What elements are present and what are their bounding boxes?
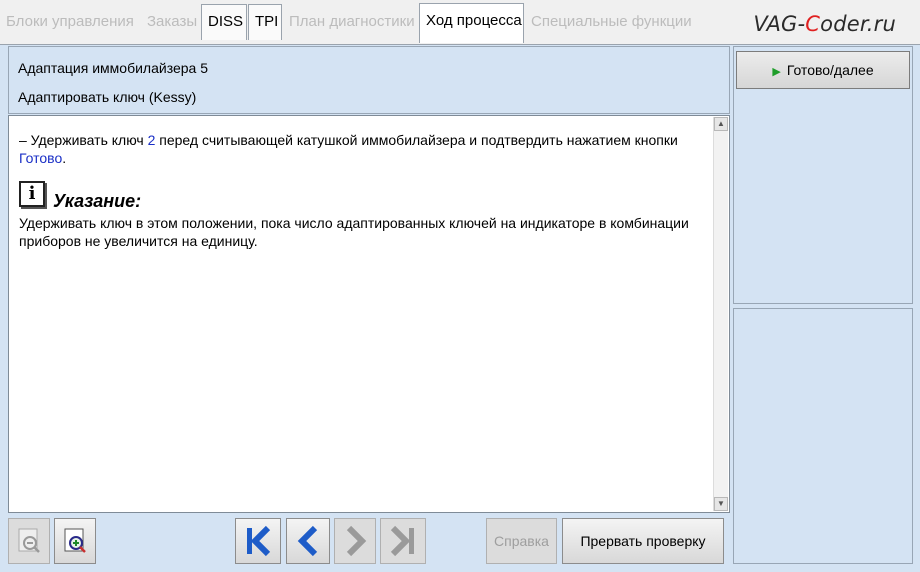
tab-diagnostic-plan[interactable]: План диагностики	[283, 4, 418, 40]
instruction-text: – Удерживать ключ 2 перед считывающей ка…	[19, 132, 678, 166]
first-step-button[interactable]	[235, 518, 281, 564]
skip-last-icon	[390, 525, 414, 557]
zoom-in-icon	[64, 528, 86, 553]
tab-label: Заказы	[147, 13, 198, 30]
zoom-out-button[interactable]	[8, 518, 50, 564]
help-label: Справка	[494, 533, 549, 549]
scroll-up-icon[interactable]: ▲	[714, 117, 728, 131]
help-button[interactable]: Справка	[486, 518, 557, 564]
done-next-button[interactable]: ▶ Готово/далее	[736, 51, 910, 89]
tab-diss[interactable]: DISS	[201, 4, 247, 40]
abort-check-button[interactable]: Прервать проверку	[562, 518, 724, 564]
tab-label: Блоки управления	[6, 13, 134, 30]
tab-label: Специальные функции	[531, 13, 692, 30]
last-step-button[interactable]	[380, 518, 426, 564]
tab-label: TPI	[255, 13, 279, 30]
previous-step-button[interactable]	[286, 518, 330, 564]
chevron-right-icon	[346, 525, 367, 557]
procedure-header: Адаптация иммобилайзера 5 Адаптировать к…	[8, 46, 730, 114]
action-panel: ▶ Готово/далее	[733, 46, 913, 304]
info-icon: i	[19, 181, 45, 207]
play-icon: ▶	[772, 66, 781, 78]
tab-control-units[interactable]: Блоки управления	[0, 4, 141, 40]
procedure-step: Адаптировать ключ (Kessy)	[18, 89, 197, 105]
info-panel	[733, 308, 913, 564]
tab-tpi[interactable]: TPI	[248, 4, 282, 40]
tab-label: DISS	[208, 13, 244, 30]
skip-first-icon	[247, 525, 271, 557]
vertical-scrollbar[interactable]: ▲ ▼	[713, 117, 728, 511]
tab-process[interactable]: Ход процесса	[419, 3, 524, 43]
procedure-title: Адаптация иммобилайзера 5	[18, 60, 208, 76]
instruction-panel: – Удерживать ключ 2 перед считывающей ка…	[8, 115, 730, 513]
tab-label: План диагностики	[289, 13, 415, 30]
watermark-logo: VAG-Coder.ru	[753, 12, 896, 36]
zoom-out-icon	[18, 528, 40, 553]
chevron-left-icon	[297, 525, 318, 557]
note-title: Указание:	[53, 191, 142, 211]
next-step-button[interactable]	[334, 518, 376, 564]
tab-special-functions[interactable]: Специальные функции	[525, 4, 700, 40]
tab-bar: Блоки управления Заказы DISS TPI План ди…	[0, 0, 920, 45]
zoom-in-button[interactable]	[54, 518, 96, 564]
abort-label: Прервать проверку	[580, 533, 706, 549]
done-link[interactable]: Готово	[19, 150, 62, 166]
note-body: Удерживать ключ в этом положении, пока ч…	[19, 215, 689, 249]
scroll-down-icon[interactable]: ▼	[714, 497, 728, 511]
right-panel: ▶ Готово/далее	[733, 46, 913, 564]
tab-orders[interactable]: Заказы	[141, 4, 201, 40]
note-block: i Указание: Удерживать ключ в этом положе…	[19, 181, 709, 250]
tab-label: Ход процесса	[426, 12, 522, 29]
